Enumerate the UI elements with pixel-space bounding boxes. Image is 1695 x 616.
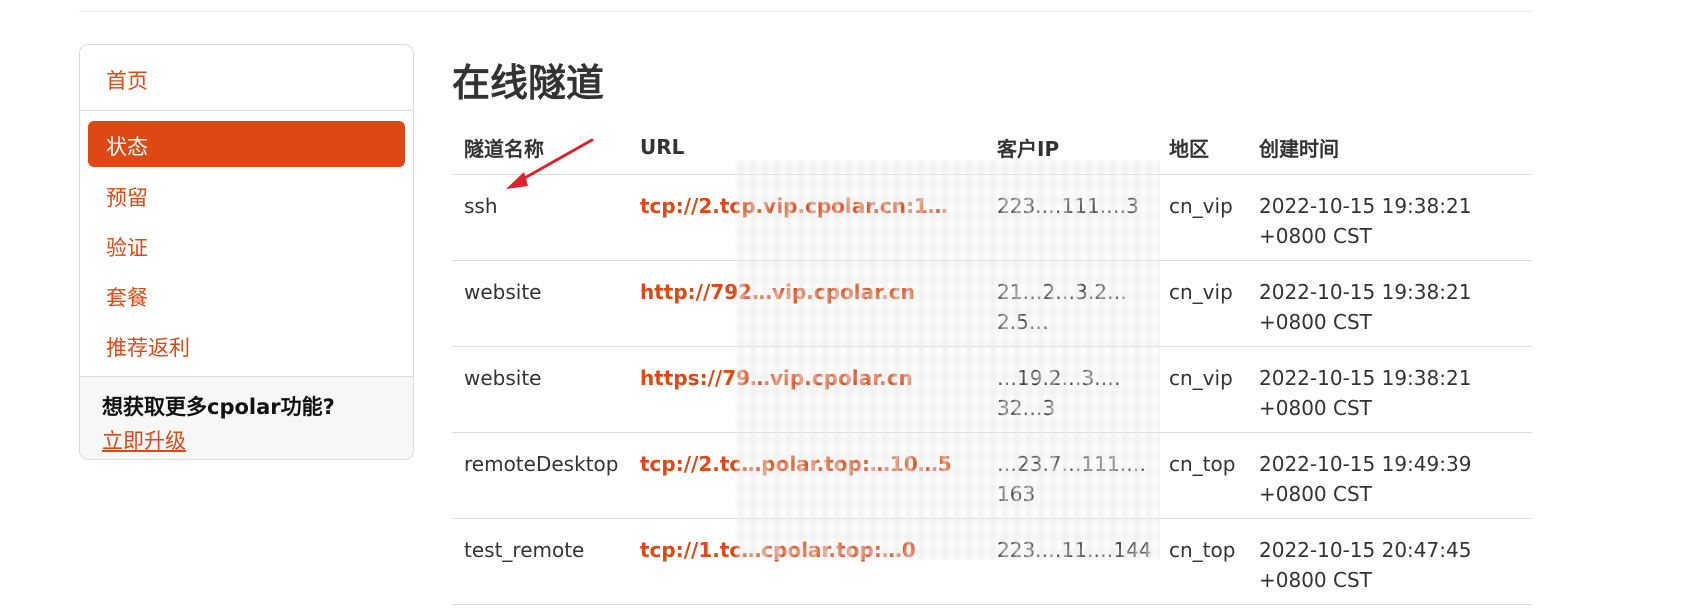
tunnel-name: remoteDesktop xyxy=(452,432,628,519)
tunnel-url-cell: https://79…vip.cpolar.cn xyxy=(628,346,985,433)
tunnel-name: website xyxy=(452,346,628,433)
promo-title: 想获取更多cpolar功能? xyxy=(102,395,335,419)
sidebar-item-referral[interactable]: 推荐返利 xyxy=(88,322,405,367)
region: cn_vip xyxy=(1157,346,1247,433)
sidebar-item-reserved[interactable]: 预留 xyxy=(88,172,405,217)
created-date: 2022-10-15 20:47:45 xyxy=(1259,537,1472,562)
tunnel-name: ssh xyxy=(452,174,628,261)
client-ip: …23.7…111.…163 xyxy=(985,432,1157,519)
created-date: 2022-10-15 19:38:21 xyxy=(1259,279,1472,304)
created-time: 2022-10-15 19:38:21 +0800 CST xyxy=(1247,174,1532,261)
header-region: 地区 xyxy=(1157,121,1247,175)
created-timezone: +0800 CST xyxy=(1259,223,1372,248)
header-created-time: 创建时间 xyxy=(1247,121,1532,175)
region: cn_vip xyxy=(1157,260,1247,347)
client-ip: …19.2…3.…32…3 xyxy=(985,346,1157,433)
table-row: remoteDesktop tcp://2.tc…polar.top:…10…5… xyxy=(452,432,1532,519)
upgrade-link[interactable]: 立即升级 xyxy=(102,425,186,455)
sidebar-item-home[interactable]: 首页 xyxy=(80,45,413,111)
tunnel-url-link[interactable]: https://79…vip.cpolar.cn xyxy=(640,366,913,390)
client-ip: 223.…111.…3 xyxy=(985,174,1157,261)
table-row: website http://792…vip.cpolar.cn 21…2…3.… xyxy=(452,260,1532,347)
tunnel-url-cell: tcp://2.tcp.vip.cpolar.cn:1… xyxy=(628,174,985,261)
sidebar-item-verify[interactable]: 验证 xyxy=(88,222,405,267)
tunnel-url-link[interactable]: tcp://1.tc…cpolar.top:…0 xyxy=(640,538,916,562)
table-header-row: 隧道名称 URL 客户IP 地区 创建时间 xyxy=(452,121,1532,175)
table-row: website https://79…vip.cpolar.cn …19.2…3… xyxy=(452,346,1532,433)
region: cn_top xyxy=(1157,432,1247,519)
top-divider xyxy=(79,11,1532,12)
tunnel-url-link[interactable]: tcp://2.tc…polar.top:…10…5 xyxy=(640,452,952,476)
sidebar-item-status[interactable]: 状态 xyxy=(88,121,405,167)
region: cn_vip xyxy=(1157,174,1247,261)
header-tunnel-name: 隧道名称 xyxy=(452,121,628,175)
tunnel-name: test_remote xyxy=(452,518,628,605)
table-row: ssh tcp://2.tcp.vip.cpolar.cn:1… 223.…11… xyxy=(452,174,1532,261)
sidebar-item-plans[interactable]: 套餐 xyxy=(88,272,405,317)
created-timezone: +0800 CST xyxy=(1259,395,1372,420)
sidebar-nav: 状态 预留 验证 套餐 推荐返利 xyxy=(80,111,413,376)
created-time: 2022-10-15 19:38:21 +0800 CST xyxy=(1247,346,1532,433)
tunnel-url-link[interactable]: tcp://2.tcp.vip.cpolar.cn:1… xyxy=(640,194,948,218)
tunnel-url-cell: http://792…vip.cpolar.cn xyxy=(628,260,985,347)
table-row: test_remote tcp://1.tc…cpolar.top:…0 223… xyxy=(452,518,1532,605)
page-title: 在线隧道 xyxy=(452,61,605,105)
upgrade-promo: 想获取更多cpolar功能? 立即升级 xyxy=(80,376,413,459)
tunnel-url-link[interactable]: http://792…vip.cpolar.cn xyxy=(640,280,915,304)
tunnel-url-cell: tcp://1.tc…cpolar.top:…0 xyxy=(628,518,985,605)
header-url: URL xyxy=(628,121,985,175)
region: cn_top xyxy=(1157,518,1247,605)
client-ip: 223.…11.…144 xyxy=(985,518,1157,605)
header-client-ip: 客户IP xyxy=(985,121,1157,175)
created-date: 2022-10-15 19:49:39 xyxy=(1259,451,1472,476)
sidebar: 首页 状态 预留 验证 套餐 推荐返利 想获取更多cpolar功能? 立即升级 xyxy=(79,44,414,460)
tunnel-url-cell: tcp://2.tc…polar.top:…10…5 xyxy=(628,432,985,519)
tunnel-name: website xyxy=(452,260,628,347)
created-time: 2022-10-15 19:38:21 +0800 CST xyxy=(1247,260,1532,347)
created-date: 2022-10-15 19:38:21 xyxy=(1259,365,1472,390)
created-timezone: +0800 CST xyxy=(1259,567,1372,592)
created-time: 2022-10-15 20:47:45 +0800 CST xyxy=(1247,518,1532,605)
tunnels-table: 隧道名称 URL 客户IP 地区 创建时间 ssh tcp://2.tcp.vi… xyxy=(452,121,1532,605)
created-date: 2022-10-15 19:38:21 xyxy=(1259,193,1472,218)
created-time: 2022-10-15 19:49:39 +0800 CST xyxy=(1247,432,1532,519)
created-timezone: +0800 CST xyxy=(1259,309,1372,334)
client-ip: 21…2…3.2…2.5… xyxy=(985,260,1157,347)
created-timezone: +0800 CST xyxy=(1259,481,1372,506)
